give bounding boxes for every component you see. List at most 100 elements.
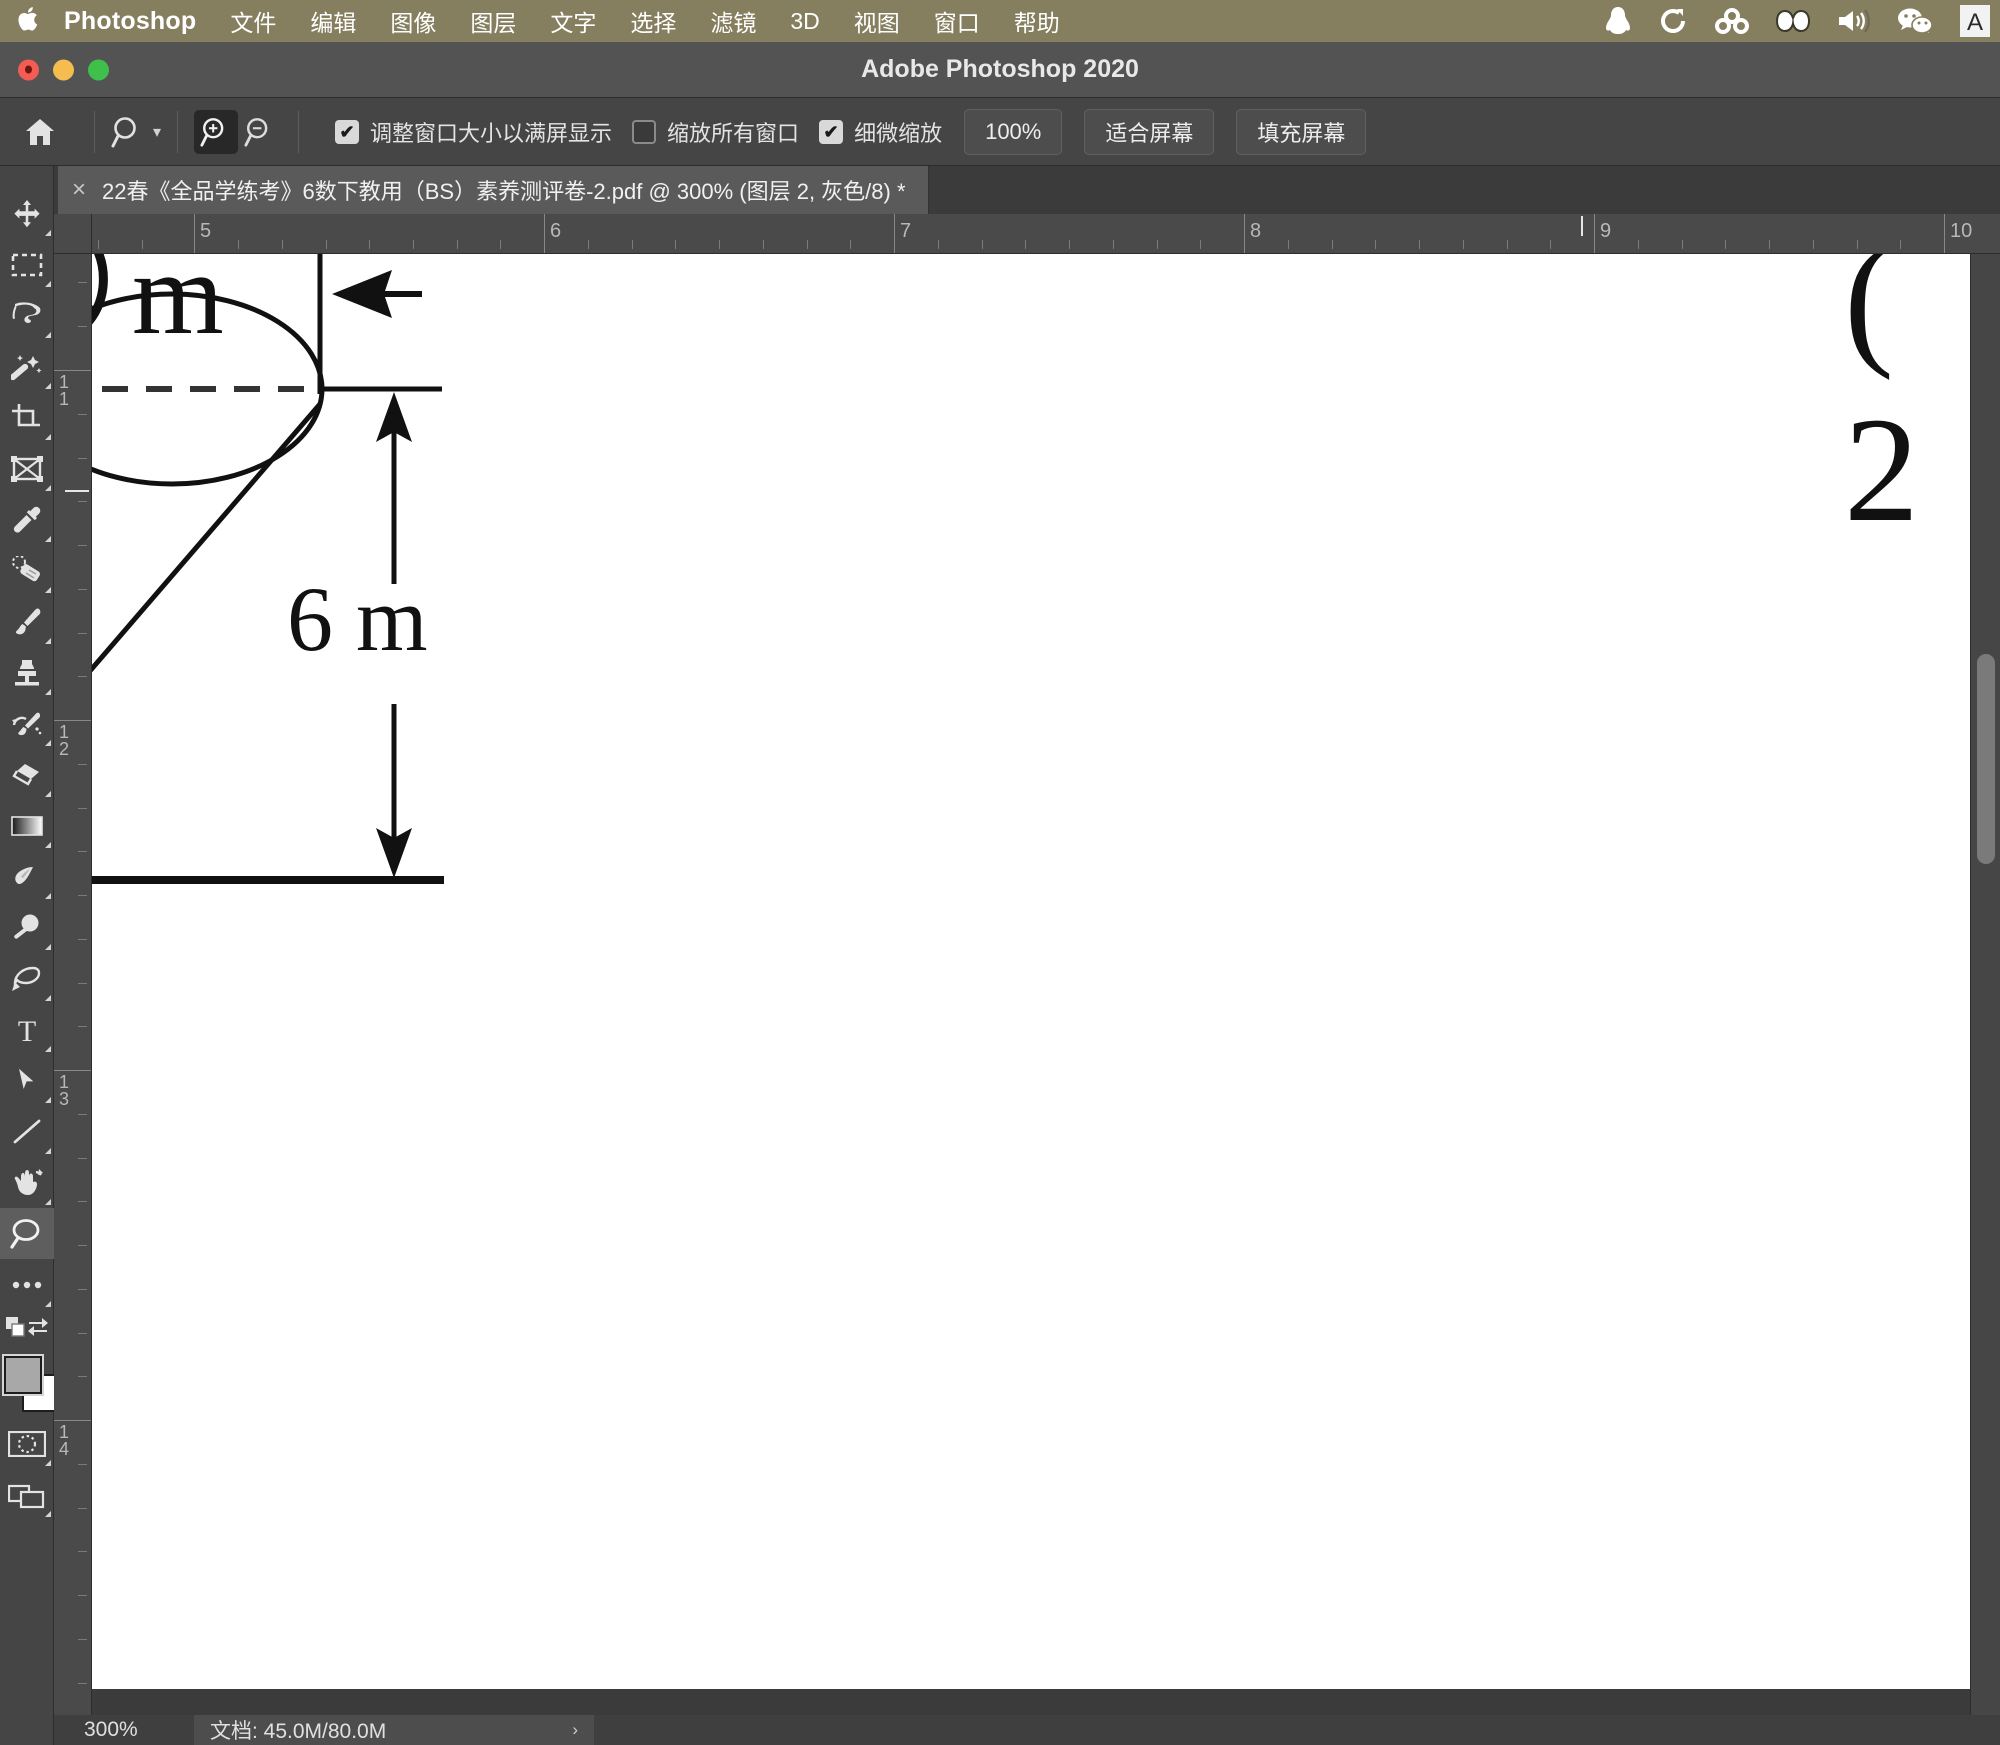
tool-expand-corner (45, 536, 51, 542)
tool-expand-corner (45, 383, 51, 389)
left-arrow-annotation (332, 270, 422, 318)
wechat-icon[interactable] (1896, 5, 1934, 37)
tool-expand-corner (45, 638, 51, 644)
status-zoom-level[interactable]: 300% (84, 1718, 194, 1742)
scrubby-zoom-option[interactable]: 细微缩放 (819, 116, 942, 148)
default-colors-icon[interactable] (6, 1316, 26, 1342)
status-bar: 300% 文档: 45.0M/80.0M › (54, 1715, 2000, 1745)
lasso-tool[interactable] (0, 290, 54, 341)
menu-filter[interactable]: 滤镜 (710, 4, 756, 38)
options-separator-1 (94, 110, 95, 153)
menu-type[interactable]: 文字 (550, 4, 596, 38)
tool-expand-corner (45, 1199, 51, 1205)
tool-expand-corner (45, 1460, 51, 1466)
zoom-out-icon[interactable] (238, 110, 282, 154)
ruler-cursor-marker-vertical (65, 490, 89, 492)
zoom-tool[interactable] (0, 1208, 54, 1259)
horizontal-ruler[interactable]: 5 6 7 8 9 10 (54, 214, 2000, 254)
resize-windows-label: 调整窗口大小以满屏显示 (370, 120, 613, 146)
menu-window[interactable]: 窗口 (934, 4, 980, 38)
qq-penguin-icon[interactable] (1604, 5, 1632, 37)
resize-windows-checkbox[interactable] (335, 119, 360, 144)
menu-app-name[interactable]: Photoshop (64, 7, 196, 36)
cone-diagram-artwork (92, 254, 444, 884)
tool-expand-corner (45, 740, 51, 746)
pen-tool[interactable] (0, 953, 54, 1004)
tool-expand-corner (45, 1046, 51, 1052)
minimize-button[interactable] (53, 59, 74, 80)
marquee-tool[interactable] (0, 239, 54, 290)
crop-tool[interactable] (0, 392, 54, 443)
home-icon[interactable] (18, 110, 62, 154)
vertical-scrollbar-thumb[interactable] (1977, 654, 1995, 864)
close-icon[interactable]: × (72, 178, 86, 202)
eraser-tool[interactable] (0, 749, 54, 800)
document-tab[interactable]: × 22春《全品学练考》6数下教用（BS）素养测评卷-2.pdf @ 300% … (58, 166, 929, 214)
tool-expand-corner (45, 689, 51, 695)
menu-3d[interactable]: 3D (790, 8, 819, 35)
menu-layer[interactable]: 图层 (470, 4, 516, 38)
path-selection-tool[interactable] (0, 1055, 54, 1106)
menu-image[interactable]: 图像 (390, 4, 436, 38)
zoom-all-windows-checkbox[interactable] (632, 119, 657, 144)
tool-expand-corner (45, 434, 51, 440)
resize-windows-to-fit-option[interactable]: 调整窗口大小以满屏显示 (335, 116, 612, 148)
screen-mode-toggle[interactable] (0, 1469, 54, 1520)
document-canvas[interactable]: m 6 m ( 2 (92, 254, 1970, 1689)
apple-logo-icon[interactable] (18, 5, 42, 33)
status-document-info[interactable]: 文档: 45.0M/80.0M › (194, 1715, 594, 1745)
color-swatches[interactable] (0, 1352, 60, 1418)
fill-screen-button[interactable]: 填充屏幕 (1236, 108, 1367, 155)
menu-select[interactable]: 选择 (630, 4, 676, 38)
menu-view[interactable]: 视图 (854, 4, 900, 38)
vruler-label-14: 14 (59, 1422, 70, 1459)
vruler-label-12: 12 (59, 722, 70, 759)
type-tool[interactable]: T (0, 1004, 54, 1055)
frame-tool[interactable] (0, 443, 54, 494)
clone-stamp-tool[interactable] (0, 647, 54, 698)
hruler-label-6: 6 (550, 220, 562, 242)
canvas-viewport[interactable]: m 6 m ( 2 (92, 254, 1970, 1718)
tool-expand-corner (45, 842, 51, 848)
zoom-in-icon[interactable] (194, 109, 239, 154)
adobe-cc-icon[interactable] (1776, 5, 1810, 37)
close-button[interactable] (18, 59, 39, 80)
healing-brush-tool[interactable] (0, 545, 54, 596)
history-brush-tool[interactable] (0, 698, 54, 749)
more-tools[interactable] (0, 1259, 54, 1310)
menu-help[interactable]: 帮助 (1014, 4, 1060, 38)
swap-colors-icon[interactable] (26, 1316, 50, 1343)
magic-wand-tool[interactable] (0, 341, 54, 392)
tool-expand-corner (45, 281, 51, 287)
quick-mask-toggle[interactable] (0, 1418, 54, 1469)
vertical-ruler[interactable]: 11 12 13 14 (54, 254, 92, 1745)
scrubby-zoom-checkbox[interactable] (819, 119, 844, 144)
status-document-info-text: 文档: 45.0M/80.0M (210, 1720, 387, 1743)
move-tool[interactable] (0, 188, 54, 239)
creative-cloud-rings-icon[interactable] (1714, 5, 1750, 37)
blur-tool[interactable] (0, 851, 54, 902)
dodge-tool[interactable] (0, 902, 54, 953)
tool-expand-corner (45, 944, 51, 950)
fit-screen-button[interactable]: 适合屏幕 (1084, 108, 1215, 155)
vertical-scrollbar[interactable] (1970, 254, 2000, 1718)
sync-circle-icon[interactable] (1658, 5, 1688, 37)
chevron-down-icon[interactable]: ▾ (153, 122, 161, 142)
current-tool-preview[interactable]: ▾ (111, 115, 161, 149)
zoom-100-button[interactable]: 100% (964, 108, 1063, 155)
zoom-all-windows-option[interactable]: 缩放所有窗口 (632, 116, 799, 148)
chevron-right-icon[interactable]: › (572, 1720, 578, 1740)
hand-tool[interactable] (0, 1157, 54, 1208)
foreground-color-swatch[interactable] (2, 1354, 44, 1396)
volume-speaker-icon[interactable] (1836, 5, 1870, 37)
input-method-a-icon[interactable]: A (1960, 5, 1990, 37)
hruler-label-10: 10 (1950, 220, 1973, 242)
menu-file[interactable]: 文件 (230, 4, 276, 38)
brush-tool[interactable] (0, 596, 54, 647)
menu-edit[interactable]: 编辑 (310, 4, 356, 38)
gradient-tool[interactable] (0, 800, 54, 851)
eyedropper-tool[interactable] (0, 494, 54, 545)
line-tool[interactable] (0, 1106, 54, 1157)
maximize-button[interactable] (88, 59, 109, 80)
hruler-label-9: 9 (1600, 220, 1612, 242)
